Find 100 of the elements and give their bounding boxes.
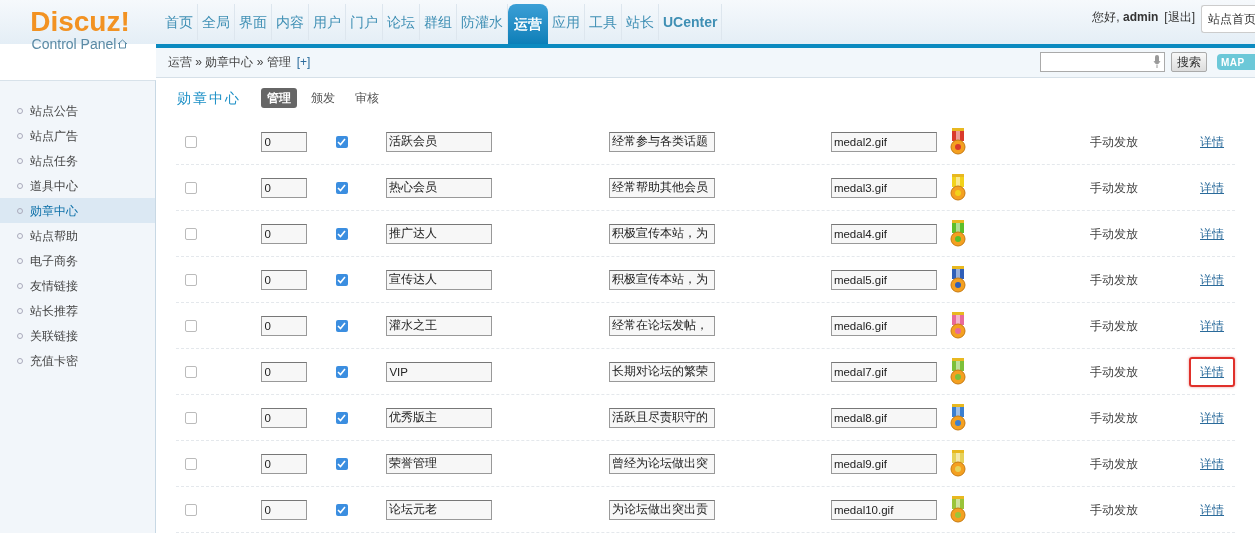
available-checkbox[interactable] [335, 503, 348, 516]
greeting-text: 您好, admin [1092, 9, 1159, 26]
description-field[interactable]: 经常参与各类话题 [608, 131, 715, 152]
logo-subtitle: Control Panel [31, 36, 117, 52]
image-field[interactable]: medal3.gif [830, 177, 937, 198]
name-field[interactable]: 论坛元老 [386, 499, 493, 520]
image-field[interactable]: medal7.gif [830, 361, 937, 382]
issue-method-text: 手动发放 [1089, 225, 1138, 243]
details-link[interactable]: 详情 [1189, 494, 1235, 525]
details-link[interactable]: 详情 [1189, 356, 1235, 387]
nav-tab[interactable]: 门户 [346, 4, 383, 40]
order-field[interactable]: 0 [261, 223, 308, 244]
available-checkbox[interactable] [335, 319, 348, 332]
available-checkbox[interactable] [335, 411, 348, 424]
description-field[interactable]: 为论坛做出突出贡 [608, 499, 715, 520]
order-field[interactable]: 0 [261, 499, 308, 520]
image-field[interactable]: medal5.gif [830, 269, 937, 290]
available-checkbox[interactable] [335, 273, 348, 286]
issue-method-text: 手动发放 [1089, 317, 1138, 335]
sidebar-item[interactable]: 勋章中心 [0, 198, 155, 223]
order-field[interactable]: 0 [261, 269, 308, 290]
delete-checkbox[interactable] [185, 227, 197, 240]
name-field[interactable]: 推广达人 [386, 223, 493, 244]
order-field[interactable]: 0 [261, 177, 308, 198]
name-field[interactable]: 活跃会员 [386, 131, 493, 152]
issue-method-text: 手动发放 [1089, 501, 1138, 519]
details-link[interactable]: 详情 [1189, 264, 1235, 295]
delete-checkbox[interactable] [185, 273, 197, 286]
delete-checkbox[interactable] [185, 181, 197, 194]
section-title: 勋章中心 [177, 88, 241, 108]
image-field[interactable]: medal10.gif [830, 499, 937, 520]
description-field[interactable]: 积极宣传本站，为 [608, 223, 715, 244]
issue-method-text: 手动发放 [1089, 179, 1138, 197]
available-checkbox[interactable] [335, 457, 348, 470]
order-field[interactable]: 0 [261, 315, 308, 336]
sidebar-item[interactable]: 站点公告 [0, 98, 155, 123]
search-field[interactable] [1040, 52, 1165, 73]
issue-method-text: 手动发放 [1089, 271, 1138, 289]
breadcrumb: 运营 » 勋章中心 » 管理 [168, 54, 291, 72]
available-checkbox[interactable] [335, 181, 348, 194]
sidebar-item[interactable]: 充值卡密 [0, 348, 155, 373]
add-shortcut-link[interactable]: [+] [296, 53, 311, 72]
name-field[interactable]: VIP [386, 361, 493, 382]
delete-checkbox[interactable] [185, 503, 197, 516]
available-checkbox[interactable] [335, 135, 348, 148]
description-field[interactable]: 曾经为论坛做出突 [608, 453, 715, 474]
delete-checkbox[interactable] [185, 365, 197, 378]
logout-link[interactable]: [退出] [1164, 8, 1195, 26]
delete-checkbox[interactable] [185, 411, 197, 424]
issue-method-text: 手动发放 [1089, 455, 1138, 473]
sidebar-item[interactable]: 关联链接 [0, 323, 155, 348]
delete-checkbox[interactable] [185, 457, 197, 470]
description-field[interactable]: 积极宣传本站，为 [608, 269, 715, 290]
image-field[interactable]: medal9.gif [830, 453, 937, 474]
image-field[interactable]: medal4.gif [830, 223, 937, 244]
order-field[interactable]: 0 [261, 453, 308, 474]
details-link[interactable]: 详情 [1189, 402, 1235, 433]
image-field[interactable]: medal2.gif [830, 131, 937, 152]
logo-text: Discuz! [30, 8, 130, 36]
sidebar-item[interactable]: 站点广告 [0, 123, 155, 148]
order-field[interactable]: 0 [261, 361, 308, 382]
description-field[interactable]: 长期对论坛的繁荣 [608, 361, 715, 382]
details-link[interactable]: 详情 [1189, 172, 1235, 203]
microphone-icon [1153, 55, 1161, 70]
image-field[interactable]: medal6.gif [830, 315, 937, 336]
name-field[interactable]: 荣誉管理 [386, 453, 493, 474]
name-field[interactable]: 宣传达人 [386, 269, 493, 290]
section-tab[interactable]: 颁发 [305, 88, 341, 109]
sidebar-item[interactable]: 友情链接 [0, 273, 155, 298]
issue-method-text: 手动发放 [1089, 363, 1138, 381]
section-tab[interactable]: 管理 [261, 88, 297, 109]
delete-checkbox[interactable] [185, 135, 197, 148]
sidebar-item[interactable]: 站点任务 [0, 148, 155, 173]
details-link[interactable]: 详情 [1189, 126, 1235, 157]
sidebar-item[interactable]: 站点帮助 [0, 223, 155, 248]
sidebar-item[interactable]: 道具中心 [0, 173, 155, 198]
section-tab[interactable]: 审核 [349, 88, 385, 109]
delete-checkbox[interactable] [185, 319, 197, 332]
details-link[interactable]: 详情 [1189, 218, 1235, 249]
order-field[interactable]: 0 [261, 131, 308, 152]
name-field[interactable]: 灌水之王 [386, 315, 493, 336]
description-field[interactable]: 经常帮助其他会员 [608, 177, 715, 198]
available-checkbox[interactable] [335, 227, 348, 240]
description-field[interactable]: 活跃且尽责职守的 [608, 407, 715, 428]
nav-tab[interactable]: 运营 [508, 4, 548, 44]
details-link[interactable]: 详情 [1189, 448, 1235, 479]
name-field[interactable]: 热心会员 [386, 177, 493, 198]
search-button[interactable]: 搜索 [1171, 52, 1207, 73]
issue-method-text: 手动发放 [1089, 409, 1138, 427]
details-link[interactable]: 详情 [1189, 310, 1235, 341]
issue-method-text: 手动发放 [1089, 133, 1138, 151]
image-field[interactable]: medal8.gif [830, 407, 937, 428]
home-icon [117, 39, 129, 49]
sidebar-item[interactable]: 电子商务 [0, 248, 155, 273]
order-field[interactable]: 0 [261, 407, 308, 428]
available-checkbox[interactable] [335, 365, 348, 378]
sidebar-item[interactable]: 站长推荐 [0, 298, 155, 323]
name-field[interactable]: 优秀版主 [386, 407, 493, 428]
site-home-select[interactable]: 站点首页 [1201, 5, 1255, 33]
description-field[interactable]: 经常在论坛发帖， [608, 315, 715, 336]
